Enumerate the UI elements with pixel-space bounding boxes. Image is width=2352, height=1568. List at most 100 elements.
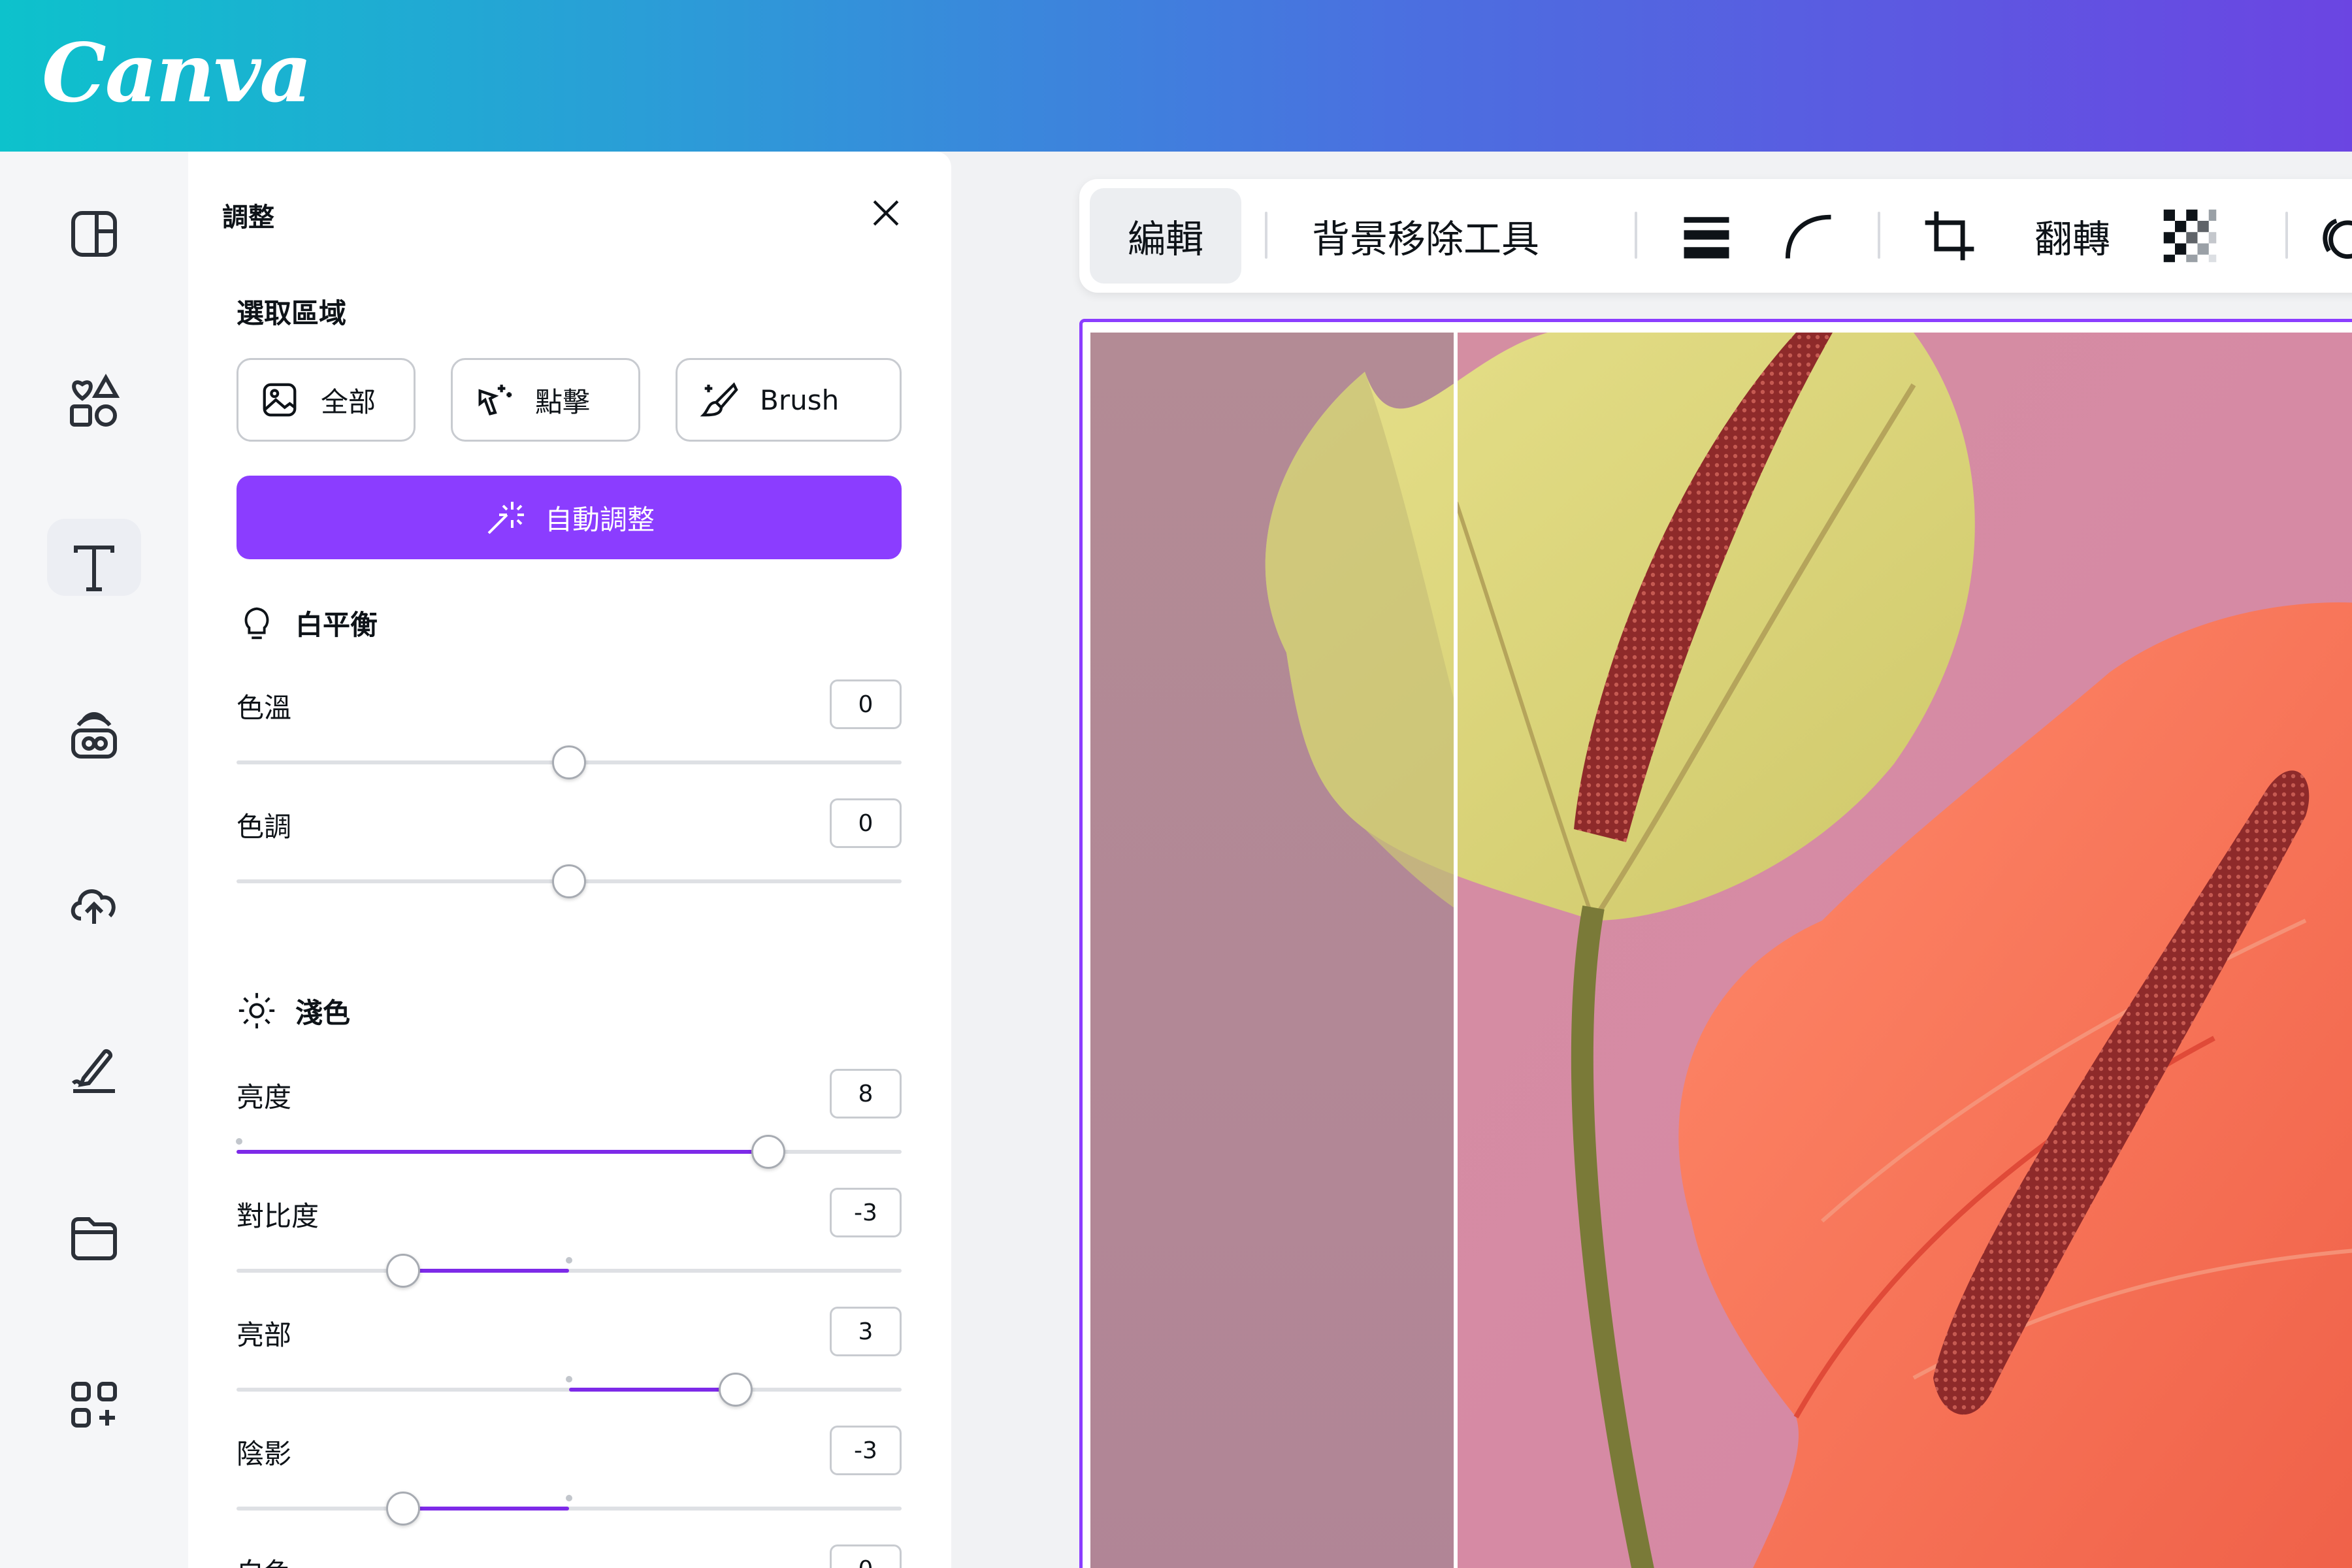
slider-thumb[interactable] (751, 1135, 786, 1169)
brush-label: Brush (760, 384, 840, 416)
slider-thumb[interactable] (385, 1492, 420, 1526)
slider-fill (402, 1507, 569, 1511)
anthurium-photo[interactable] (1090, 333, 2352, 1568)
transparency-button[interactable] (2151, 179, 2229, 293)
light-heading: 淺色 (237, 990, 350, 1031)
bg-remover-button[interactable]: 背景移除工具 (1288, 179, 1563, 293)
temperature-label: 色溫 (237, 692, 292, 724)
sidebar-rail (0, 152, 188, 1568)
slider-origin-dot (566, 1495, 572, 1501)
slider-thumb[interactable] (552, 864, 586, 898)
slider-thumb[interactable] (385, 1254, 420, 1288)
shadows-slider[interactable] (237, 1492, 902, 1526)
apps-icon (71, 1382, 117, 1428)
flower-image (1090, 333, 2352, 1568)
toolbar-divider (1265, 212, 1267, 259)
rail-item-brand[interactable] (0, 670, 188, 801)
rail-item-uploads[interactable] (0, 838, 188, 968)
flip-label: 翻轉 (2034, 217, 2110, 261)
crop-icon (1925, 211, 1974, 261)
rail-item-text[interactable] (0, 503, 188, 634)
highlights-slider[interactable] (237, 1373, 902, 1407)
contrast-label: 對比度 (237, 1200, 319, 1232)
brightness-slider[interactable] (236, 1135, 902, 1169)
slider-origin-dot (566, 1376, 572, 1382)
elements-icon (70, 373, 120, 427)
slider-thumb[interactable] (552, 745, 586, 779)
text-icon (74, 546, 114, 591)
adjust-panel: 調整 選取區域 全部 點擊 Brush 自動調整 白平衡 色溫 0 色調 0 淺… (188, 152, 951, 1568)
temperature-slider[interactable] (237, 745, 902, 779)
brush-icon (700, 382, 738, 417)
slider-origin-dot (566, 1257, 572, 1264)
rail-item-apps[interactable] (0, 1339, 188, 1470)
slider-origin-dot (236, 1138, 242, 1145)
edit-tab[interactable]: 編輯 (1090, 188, 1241, 284)
tint-slider[interactable] (237, 864, 902, 898)
crop-button[interactable] (1910, 179, 1989, 293)
select-all-label: 全部 (321, 385, 376, 418)
brightness-value[interactable]: 8 (830, 1069, 902, 1119)
image-toolbar: 編輯 背景移除工具 翻轉 (1079, 179, 2352, 293)
edit-tab-label: 編輯 (1127, 217, 1203, 261)
canva-logo[interactable]: Canva (42, 26, 312, 121)
close-icon (873, 200, 899, 226)
rail-item-draw[interactable] (0, 1005, 188, 1135)
slider-fill (237, 1150, 769, 1154)
brand-icon (71, 712, 117, 759)
border-weight-button[interactable] (1667, 179, 1746, 293)
bg-remover-label: 背景移除工具 (1311, 217, 1539, 261)
sun-icon (238, 992, 275, 1029)
app-window: Canva 調整 選取區域 全部 點擊 Brush 自動調整 白平衡 色溫 0 … (0, 0, 2352, 1568)
highlights-value[interactable]: 3 (830, 1307, 902, 1356)
animate-icon (2323, 218, 2352, 259)
whites-value[interactable]: 0 (830, 1544, 902, 1568)
tint-value[interactable]: 0 (830, 798, 902, 848)
upload-cloud-icon (71, 889, 116, 924)
slider-fill (402, 1269, 569, 1273)
toolbar-divider (2285, 212, 2288, 259)
rail-item-design[interactable] (0, 169, 188, 299)
header-bar: Canva (0, 0, 2352, 152)
corner-radius-icon (1785, 214, 1831, 259)
lightbulb-icon (244, 607, 269, 640)
flip-button[interactable]: 翻轉 (2020, 179, 2125, 293)
corner-rounding-button[interactable] (1769, 179, 1848, 293)
white-balance-title: 白平衡 (295, 608, 378, 641)
auto-adjust-label: 自動調整 (544, 503, 655, 536)
transparency-icon (2163, 209, 2217, 263)
layout-icon (71, 211, 117, 257)
contrast-value[interactable]: -3 (830, 1188, 902, 1237)
magic-cursor-icon (478, 384, 512, 416)
light-title: 淺色 (295, 996, 351, 1029)
draw-icon (71, 1049, 115, 1093)
brightness-label: 亮度 (237, 1081, 292, 1113)
canvas-selection-frame[interactable] (1079, 319, 2352, 1568)
rail-item-elements[interactable] (0, 336, 188, 466)
slider-fill (569, 1388, 736, 1392)
auto-adjust-button[interactable]: 自動調整 (237, 476, 902, 559)
tint-label: 色調 (237, 811, 292, 843)
selection-area-label: 選取區域 (237, 297, 347, 329)
shadows-value[interactable]: -3 (830, 1426, 902, 1475)
shadows-label: 陰影 (237, 1438, 292, 1470)
slider-thumb[interactable] (718, 1373, 753, 1407)
before-after-divider[interactable] (1454, 333, 1458, 1568)
contrast-slider[interactable] (237, 1254, 902, 1288)
line-weight-icon (1684, 217, 1729, 259)
white-balance-heading: 白平衡 (237, 602, 378, 643)
more-tools-button[interactable] (2308, 179, 2352, 293)
image-icon (263, 383, 297, 417)
temperature-value[interactable]: 0 (830, 679, 902, 729)
highlights-label: 亮部 (237, 1319, 292, 1351)
select-click-button[interactable]: 點擊 (451, 358, 640, 442)
panel-title: 調整 (222, 203, 274, 233)
brush-button[interactable]: Brush (676, 358, 902, 442)
whites-label: 白色 (237, 1551, 291, 1568)
toolbar-divider (1878, 212, 1880, 259)
select-all-button[interactable]: 全部 (237, 358, 416, 442)
rail-item-projects[interactable] (0, 1172, 188, 1303)
folder-icon (71, 1217, 117, 1260)
select-click-label: 點擊 (535, 385, 591, 418)
close-panel-button[interactable] (865, 192, 907, 234)
